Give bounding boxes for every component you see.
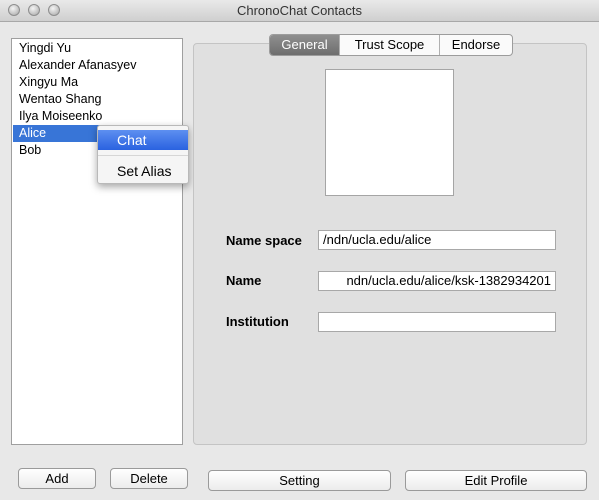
tab-bar: General Trust Scope Endorse bbox=[269, 34, 513, 56]
menu-item-chat[interactable]: Chat bbox=[98, 130, 188, 150]
name-label: Name bbox=[226, 273, 262, 288]
contact-item[interactable]: Xingyu Ma bbox=[13, 74, 181, 91]
name-space-field[interactable]: /ndn/ucla.edu/alice bbox=[318, 230, 556, 250]
tab-trust-scope[interactable]: Trust Scope bbox=[340, 35, 440, 55]
title-bar: ChronoChat Contacts bbox=[0, 0, 599, 22]
delete-button[interactable]: Delete bbox=[110, 468, 188, 489]
name-field-text: ndn/ucla.edu/alice/ksk-1382934201 bbox=[346, 273, 551, 288]
contact-item[interactable]: Wentao Shang bbox=[13, 91, 181, 108]
tab-endorse[interactable]: Endorse bbox=[440, 35, 512, 55]
tab-general[interactable]: General bbox=[270, 35, 340, 55]
setting-button[interactable]: Setting bbox=[208, 470, 391, 491]
add-button[interactable]: Add bbox=[18, 468, 96, 489]
contact-item[interactable]: Yingdi Yu bbox=[13, 40, 181, 57]
contact-list[interactable]: Yingdi Yu Alexander Afanasyev Xingyu Ma … bbox=[11, 38, 183, 445]
contact-item[interactable]: Alexander Afanasyev bbox=[13, 57, 181, 74]
window-title: ChronoChat Contacts bbox=[236, 3, 362, 18]
menu-separator bbox=[98, 155, 188, 156]
name-space-label: Name space bbox=[226, 233, 302, 248]
menu-item-set-alias[interactable]: Set Alias bbox=[98, 161, 188, 181]
name-field[interactable]: ndn/ucla.edu/alice/ksk-1382934201 bbox=[318, 271, 556, 291]
institution-field[interactable] bbox=[318, 312, 556, 332]
context-menu: Chat Set Alias bbox=[97, 125, 189, 184]
institution-label: Institution bbox=[226, 314, 289, 329]
contact-item[interactable]: Ilya Moiseenko bbox=[13, 108, 181, 125]
edit-profile-button[interactable]: Edit Profile bbox=[405, 470, 587, 491]
profile-photo bbox=[325, 69, 454, 196]
